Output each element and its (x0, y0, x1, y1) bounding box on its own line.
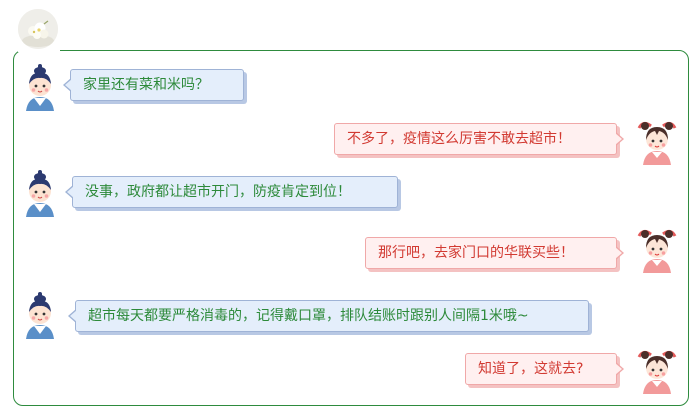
boy-avatar-icon (20, 170, 60, 218)
message-text: 那行吧，去家门口的华联买些！ (378, 245, 574, 261)
message-bubble-boy: 家里还有菜和米吗？ (63, 69, 244, 101)
girl-avatar-icon (637, 226, 677, 274)
message-bubble-girl: 知道了，这就去? (465, 353, 624, 385)
message-text: 知道了，这就去? (478, 361, 584, 377)
flower-photo-icon (18, 9, 58, 49)
message-text: 不多了，疫情这么厉害不敢去超市！ (347, 131, 571, 147)
message-bubble-girl: 不多了，疫情这么厉害不敢去超市！ (334, 123, 624, 155)
frame-notch (18, 49, 60, 52)
message-bubble-boy: 没事，政府都让超市开门，防疫肯定到位！ (65, 176, 398, 208)
girl-avatar-icon (637, 118, 677, 166)
boy-avatar-icon (20, 292, 60, 340)
message-bubble-girl: 那行吧，去家门口的华联买些！ (365, 237, 624, 269)
boy-avatar-icon (20, 64, 60, 112)
message-text: 超市每天都要严格消毒的，记得戴口罩，排队结账时跟别人间隔1米哦~ (88, 308, 529, 324)
girl-avatar-icon (637, 347, 677, 395)
message-text: 没事，政府都让超市开门，防疫肯定到位！ (85, 184, 351, 200)
message-bubble-boy: 超市每天都要严格消毒的，记得戴口罩，排队结账时跟别人间隔1米哦~ (68, 300, 589, 332)
message-text: 家里还有菜和米吗？ (83, 77, 209, 93)
top-avatar[interactable] (18, 9, 58, 49)
